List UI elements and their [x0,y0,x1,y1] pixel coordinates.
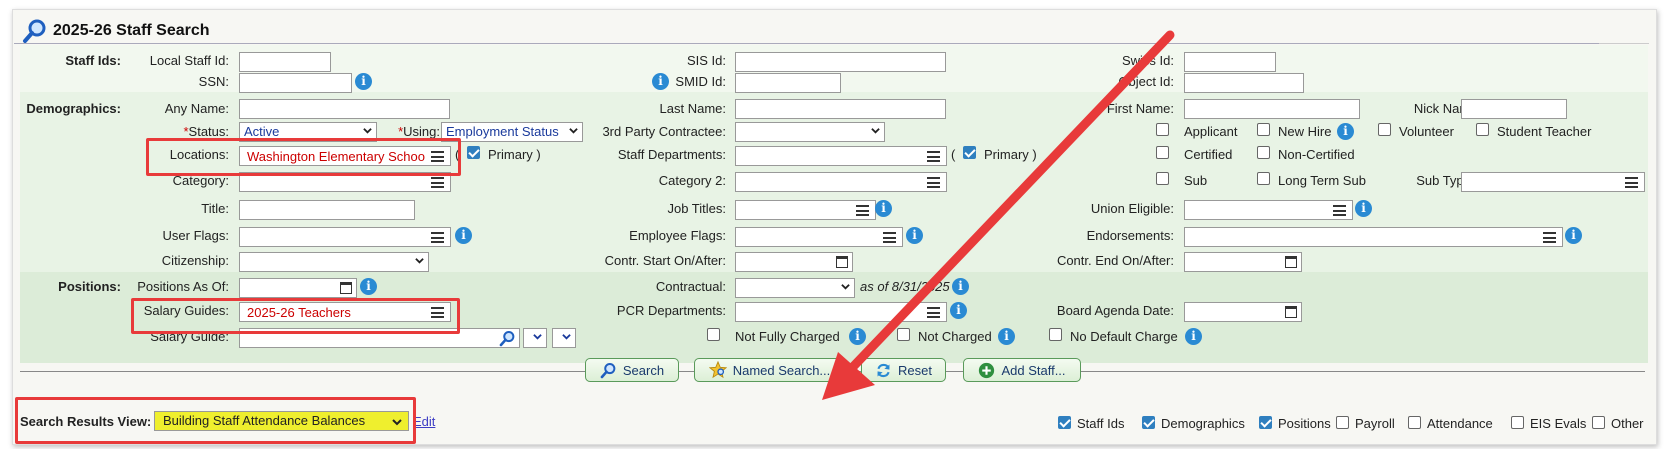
annotation-arrow [822,30,1175,400]
